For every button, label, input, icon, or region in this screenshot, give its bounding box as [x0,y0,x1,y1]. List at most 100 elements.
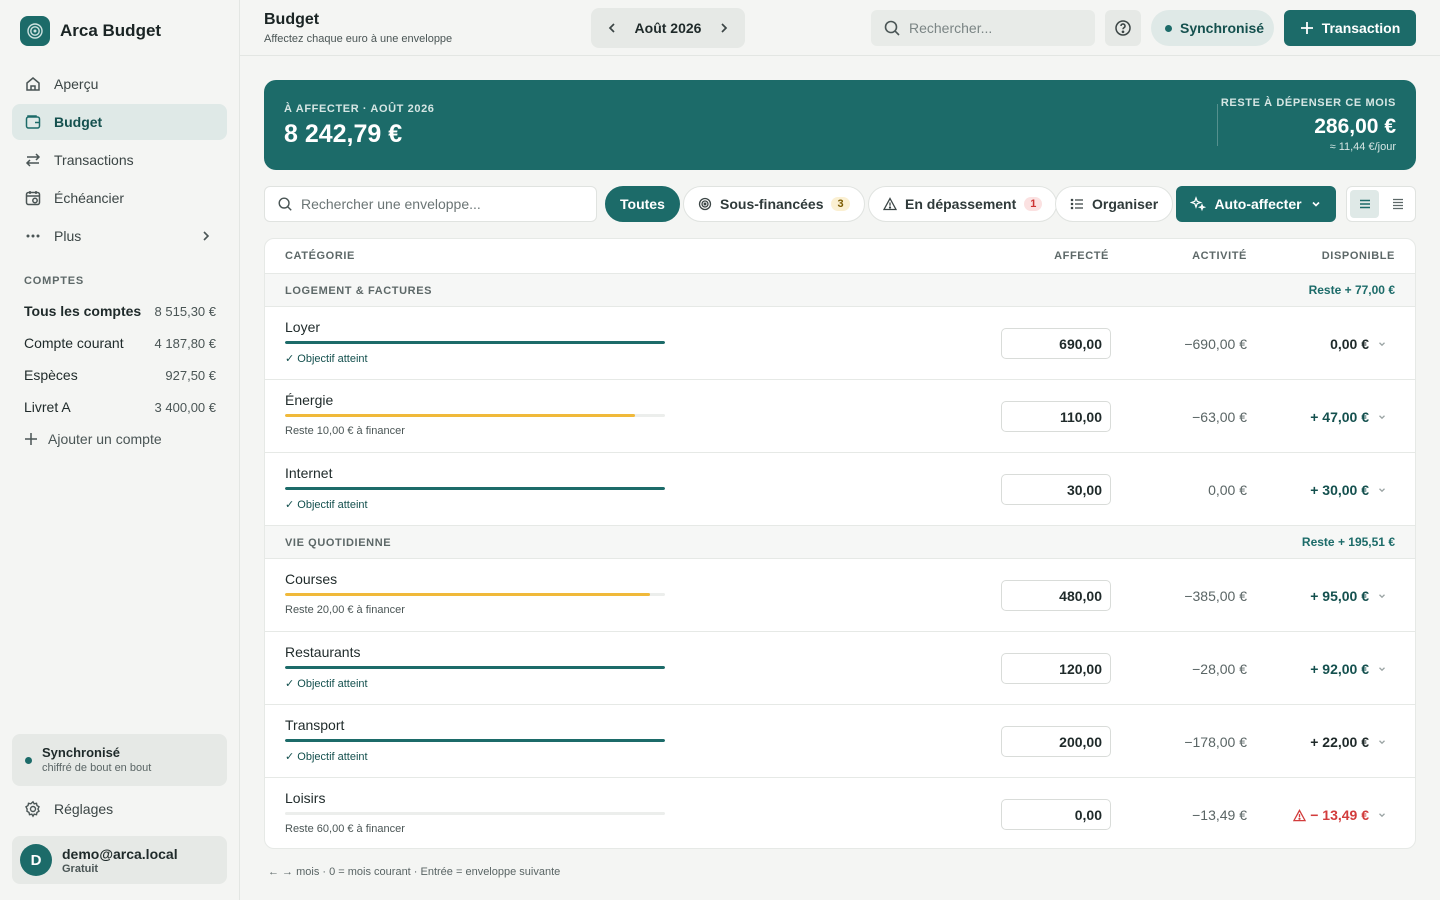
chevron-down-icon[interactable] [1377,591,1387,601]
home-icon [24,75,42,93]
envelope-search [264,186,597,222]
account-item-livret[interactable]: Livret A 3 400,00 € [24,391,216,423]
assigned-amount-input[interactable] [1001,401,1111,432]
account-item-especes[interactable]: Espèces 927,50 € [24,359,216,391]
current-month[interactable]: Août 2026 [635,20,702,36]
nav-item-echeancier[interactable]: Échéancier [12,180,227,216]
available-amount[interactable]: + 95,00 € [1310,588,1369,604]
assigned-amount-input[interactable] [1001,799,1111,830]
account-item-courant[interactable]: Compte courant 4 187,80 € [24,327,216,359]
month-switcher: Août 2026 [591,8,745,48]
organize-button[interactable]: Organiser [1055,186,1174,222]
auto-assign-button[interactable]: Auto-affecter [1176,186,1336,222]
activity-amount: −28,00 € [1192,661,1247,677]
user-card[interactable]: D demo@arca.local Gratuit [12,836,227,884]
brand[interactable]: Arca Budget [20,16,161,46]
chevron-down-icon[interactable] [1377,485,1387,495]
assigned-amount-input[interactable] [1001,653,1111,684]
nav-label: Budget [54,114,103,130]
more-dots-icon [24,227,42,245]
table-row[interactable]: Restaurants ✓ Objectif atteint −28,00 € + 9… [265,632,1415,705]
to-assign-label: À AFFECTER · AOÛT 2026 [284,103,435,115]
table-row[interactable]: Loyer ✓ Objectif atteint −690,00 € 0,00 € [265,307,1415,380]
underfunded-count-badge: 3 [831,197,850,211]
table-row[interactable]: Internet ✓ Objectif atteint 0,00 € + 30,00 … [265,453,1415,526]
sidebar: Arca Budget Aperçu Budget Transactions É… [0,0,240,900]
nav-label: Échéancier [54,190,125,206]
user-email: demo@arca.local [62,845,178,862]
available-amount[interactable]: + 47,00 € [1310,409,1369,425]
remaining-amount: 286,00 € [1314,115,1396,138]
list-comfortable-icon [1358,197,1372,211]
help-button[interactable] [1105,10,1141,46]
brand-name: Arca Budget [60,21,162,40]
column-assigned: AFFECTÉ [1054,250,1109,262]
target-icon [698,197,712,211]
auto-assign-label: Auto-affecter [1214,196,1302,212]
add-account-button[interactable]: Ajouter un compte [24,423,216,455]
nav-item-plus[interactable]: Plus [12,218,227,254]
comfortable-view-button[interactable] [1350,190,1379,218]
available-amount[interactable]: + 92,00 € [1310,661,1369,677]
sync-pill-label: Synchronisé [1180,20,1265,36]
table-row[interactable]: Énergie Reste 10,00 € à financer −63,00 € +… [265,380,1415,453]
settings-label: Réglages [54,801,114,817]
goal-progress-fill [285,487,665,490]
assigned-amount-input[interactable] [1001,726,1111,757]
nav-item-budget[interactable]: Budget [12,104,227,140]
sparkles-icon [1190,196,1207,212]
settings-link[interactable]: Réglages [24,800,113,818]
goal-status: Reste 10,00 € à financer [285,425,405,437]
group-name: VIE QUOTIDIENNE [285,537,392,549]
assigned-amount-input[interactable] [1001,580,1111,611]
available-amount[interactable]: − 13,49 € [1293,807,1369,823]
filter-overspent-chip[interactable]: En dépassement 1 [868,186,1058,222]
table-row[interactable]: Transport ✓ Objectif atteint −178,00 € + 22… [265,705,1415,778]
nav-item-apercu[interactable]: Aperçu [12,66,227,102]
table-row[interactable]: Loisirs Reste 60,00 € à financer −13,49 € −… [265,778,1415,848]
next-month-button[interactable] [717,21,731,35]
search-icon [883,19,901,37]
assigned-amount-input[interactable] [1001,474,1111,505]
category-group[interactable]: VIE QUOTIDIENNE Reste + 195,51 € [265,526,1415,559]
envelope-name: Loyer [285,319,321,335]
chevron-down-icon[interactable] [1377,412,1387,422]
chevron-down-icon[interactable] [1377,810,1387,820]
global-search-input[interactable] [909,20,1079,36]
filter-underfunded-chip[interactable]: Sous-financées 3 [683,186,865,222]
goal-progress-bar [285,739,665,742]
available-amount[interactable]: + 30,00 € [1310,482,1369,498]
available-amount[interactable]: + 22,00 € [1310,734,1369,750]
plus-icon [1300,21,1314,35]
top-header: Budget Affectez chaque euro à une envelo… [240,0,1440,56]
gear-icon [24,800,42,818]
assigned-amount-input[interactable] [1001,328,1111,359]
user-plan: Gratuit [62,862,99,875]
activity-amount: −178,00 € [1184,734,1247,750]
sync-status-pill[interactable]: Synchronisé [1151,10,1274,46]
sync-status-card: Synchronisé chiffré de bout en bout [12,734,227,786]
category-group[interactable]: LOGEMENT & FACTURES Reste + 77,00 € [265,274,1415,307]
filter-all-chip[interactable]: Toutes [605,186,680,222]
available-value: + 22,00 € [1310,734,1369,750]
accounts-section-label: COMPTES [24,275,84,287]
nav-label: Transactions [54,152,134,168]
filter-overspent-label: En dépassement [905,196,1017,212]
account-item-all[interactable]: Tous les comptes 8 515,30 € [24,295,216,327]
chevron-down-icon[interactable] [1377,339,1387,349]
overspent-count-badge: 1 [1024,197,1043,211]
wallet-icon [24,113,42,131]
table-row[interactable]: Courses Reste 20,00 € à financer −385,00 €… [265,559,1415,632]
goal-progress-bar [285,414,665,417]
warning-triangle-icon [1293,808,1307,822]
prev-month-button[interactable] [605,21,619,35]
envelope-search-input[interactable] [301,196,581,212]
chevron-down-icon[interactable] [1377,664,1387,674]
chevron-down-icon[interactable] [1377,737,1387,747]
add-transaction-button[interactable]: Transaction [1284,10,1416,46]
available-amount[interactable]: 0,00 € [1330,336,1369,352]
account-name: Espèces [24,367,78,383]
compact-view-button[interactable] [1383,190,1412,218]
nav-item-transactions[interactable]: Transactions [12,142,227,178]
nav-label: Plus [54,228,82,244]
